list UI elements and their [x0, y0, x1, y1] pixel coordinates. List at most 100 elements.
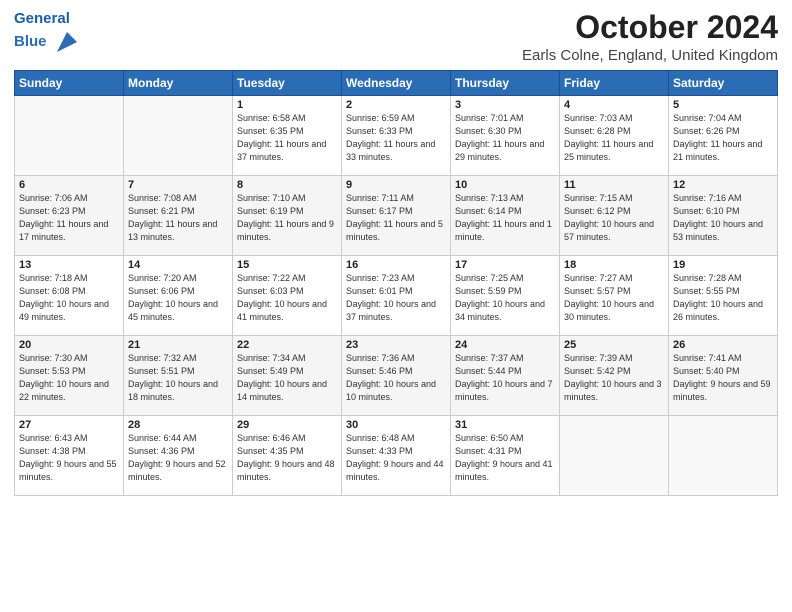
day-number: 16: [346, 259, 446, 271]
location: Earls Colne, England, United Kingdom: [522, 47, 778, 64]
day-info: Sunrise: 7:20 AM Sunset: 6:06 PM Dayligh…: [128, 272, 228, 324]
day-number: 7: [128, 179, 228, 191]
day-info: Sunrise: 7:04 AM Sunset: 6:26 PM Dayligh…: [673, 112, 773, 164]
day-number: 25: [564, 339, 664, 351]
day-number: 22: [237, 339, 337, 351]
day-info: Sunrise: 7:22 AM Sunset: 6:03 PM Dayligh…: [237, 272, 337, 324]
weekday-header-tuesday: Tuesday: [233, 71, 342, 96]
day-info: Sunrise: 7:25 AM Sunset: 5:59 PM Dayligh…: [455, 272, 555, 324]
weekday-header-wednesday: Wednesday: [342, 71, 451, 96]
calendar-cell: 22Sunrise: 7:34 AM Sunset: 5:49 PM Dayli…: [233, 336, 342, 416]
weekday-header-sunday: Sunday: [15, 71, 124, 96]
day-info: Sunrise: 6:44 AM Sunset: 4:36 PM Dayligh…: [128, 432, 228, 484]
day-info: Sunrise: 7:39 AM Sunset: 5:42 PM Dayligh…: [564, 352, 664, 404]
calendar-cell: 2Sunrise: 6:59 AM Sunset: 6:33 PM Daylig…: [342, 96, 451, 176]
logo: General Blue: [14, 10, 81, 56]
day-info: Sunrise: 6:59 AM Sunset: 6:33 PM Dayligh…: [346, 112, 446, 164]
day-info: Sunrise: 6:43 AM Sunset: 4:38 PM Dayligh…: [19, 432, 119, 484]
day-number: 15: [237, 259, 337, 271]
day-number: 5: [673, 99, 773, 111]
calendar-cell: 20Sunrise: 7:30 AM Sunset: 5:53 PM Dayli…: [15, 336, 124, 416]
calendar-cell: 31Sunrise: 6:50 AM Sunset: 4:31 PM Dayli…: [451, 416, 560, 496]
calendar-cell: [669, 416, 778, 496]
calendar-cell: 11Sunrise: 7:15 AM Sunset: 6:12 PM Dayli…: [560, 176, 669, 256]
page-header: General Blue October 2024 Earls Colne, E…: [14, 10, 778, 64]
week-row-0: 1Sunrise: 6:58 AM Sunset: 6:35 PM Daylig…: [15, 96, 778, 176]
day-number: 9: [346, 179, 446, 191]
day-info: Sunrise: 7:36 AM Sunset: 5:46 PM Dayligh…: [346, 352, 446, 404]
day-info: Sunrise: 6:50 AM Sunset: 4:31 PM Dayligh…: [455, 432, 555, 484]
day-number: 3: [455, 99, 555, 111]
day-number: 24: [455, 339, 555, 351]
calendar-cell: 18Sunrise: 7:27 AM Sunset: 5:57 PM Dayli…: [560, 256, 669, 336]
day-number: 29: [237, 419, 337, 431]
calendar-cell: 8Sunrise: 7:10 AM Sunset: 6:19 PM Daylig…: [233, 176, 342, 256]
day-info: Sunrise: 7:23 AM Sunset: 6:01 PM Dayligh…: [346, 272, 446, 324]
week-row-1: 6Sunrise: 7:06 AM Sunset: 6:23 PM Daylig…: [15, 176, 778, 256]
day-info: Sunrise: 6:46 AM Sunset: 4:35 PM Dayligh…: [237, 432, 337, 484]
calendar-cell: 7Sunrise: 7:08 AM Sunset: 6:21 PM Daylig…: [124, 176, 233, 256]
day-number: 6: [19, 179, 119, 191]
calendar-body: 1Sunrise: 6:58 AM Sunset: 6:35 PM Daylig…: [15, 96, 778, 496]
day-info: Sunrise: 6:48 AM Sunset: 4:33 PM Dayligh…: [346, 432, 446, 484]
calendar-cell: 23Sunrise: 7:36 AM Sunset: 5:46 PM Dayli…: [342, 336, 451, 416]
day-info: Sunrise: 7:13 AM Sunset: 6:14 PM Dayligh…: [455, 192, 555, 244]
day-number: 28: [128, 419, 228, 431]
logo-icon: [53, 28, 81, 56]
logo-text: General: [14, 10, 81, 28]
calendar-cell: 10Sunrise: 7:13 AM Sunset: 6:14 PM Dayli…: [451, 176, 560, 256]
day-info: Sunrise: 7:06 AM Sunset: 6:23 PM Dayligh…: [19, 192, 119, 244]
logo-blue-text: Blue: [14, 28, 81, 56]
week-row-4: 27Sunrise: 6:43 AM Sunset: 4:38 PM Dayli…: [15, 416, 778, 496]
day-number: 17: [455, 259, 555, 271]
day-number: 23: [346, 339, 446, 351]
calendar-cell: 25Sunrise: 7:39 AM Sunset: 5:42 PM Dayli…: [560, 336, 669, 416]
day-number: 11: [564, 179, 664, 191]
day-info: Sunrise: 7:41 AM Sunset: 5:40 PM Dayligh…: [673, 352, 773, 404]
calendar-cell: 19Sunrise: 7:28 AM Sunset: 5:55 PM Dayli…: [669, 256, 778, 336]
calendar-cell: [124, 96, 233, 176]
weekday-header-row: SundayMondayTuesdayWednesdayThursdayFrid…: [15, 71, 778, 96]
weekday-header-thursday: Thursday: [451, 71, 560, 96]
month-title: October 2024: [522, 10, 778, 45]
day-info: Sunrise: 7:03 AM Sunset: 6:28 PM Dayligh…: [564, 112, 664, 164]
calendar-cell: 12Sunrise: 7:16 AM Sunset: 6:10 PM Dayli…: [669, 176, 778, 256]
day-number: 20: [19, 339, 119, 351]
day-info: Sunrise: 6:58 AM Sunset: 6:35 PM Dayligh…: [237, 112, 337, 164]
calendar-cell: 26Sunrise: 7:41 AM Sunset: 5:40 PM Dayli…: [669, 336, 778, 416]
day-number: 1: [237, 99, 337, 111]
day-number: 2: [346, 99, 446, 111]
day-number: 18: [564, 259, 664, 271]
day-info: Sunrise: 7:16 AM Sunset: 6:10 PM Dayligh…: [673, 192, 773, 244]
calendar-table: SundayMondayTuesdayWednesdayThursdayFrid…: [14, 70, 778, 496]
calendar-cell: 14Sunrise: 7:20 AM Sunset: 6:06 PM Dayli…: [124, 256, 233, 336]
day-number: 14: [128, 259, 228, 271]
day-info: Sunrise: 7:37 AM Sunset: 5:44 PM Dayligh…: [455, 352, 555, 404]
day-info: Sunrise: 7:28 AM Sunset: 5:55 PM Dayligh…: [673, 272, 773, 324]
day-info: Sunrise: 7:15 AM Sunset: 6:12 PM Dayligh…: [564, 192, 664, 244]
weekday-header-friday: Friday: [560, 71, 669, 96]
day-info: Sunrise: 7:10 AM Sunset: 6:19 PM Dayligh…: [237, 192, 337, 244]
day-info: Sunrise: 7:27 AM Sunset: 5:57 PM Dayligh…: [564, 272, 664, 324]
day-number: 4: [564, 99, 664, 111]
weekday-header-monday: Monday: [124, 71, 233, 96]
day-info: Sunrise: 7:34 AM Sunset: 5:49 PM Dayligh…: [237, 352, 337, 404]
day-number: 27: [19, 419, 119, 431]
day-number: 12: [673, 179, 773, 191]
calendar-cell: 29Sunrise: 6:46 AM Sunset: 4:35 PM Dayli…: [233, 416, 342, 496]
day-number: 31: [455, 419, 555, 431]
calendar-cell: 21Sunrise: 7:32 AM Sunset: 5:51 PM Dayli…: [124, 336, 233, 416]
week-row-3: 20Sunrise: 7:30 AM Sunset: 5:53 PM Dayli…: [15, 336, 778, 416]
calendar-cell: 9Sunrise: 7:11 AM Sunset: 6:17 PM Daylig…: [342, 176, 451, 256]
day-info: Sunrise: 7:08 AM Sunset: 6:21 PM Dayligh…: [128, 192, 228, 244]
calendar-cell: [15, 96, 124, 176]
calendar-cell: 1Sunrise: 6:58 AM Sunset: 6:35 PM Daylig…: [233, 96, 342, 176]
day-number: 26: [673, 339, 773, 351]
calendar-cell: 4Sunrise: 7:03 AM Sunset: 6:28 PM Daylig…: [560, 96, 669, 176]
calendar-header: SundayMondayTuesdayWednesdayThursdayFrid…: [15, 71, 778, 96]
calendar-cell: 3Sunrise: 7:01 AM Sunset: 6:30 PM Daylig…: [451, 96, 560, 176]
day-info: Sunrise: 7:01 AM Sunset: 6:30 PM Dayligh…: [455, 112, 555, 164]
week-row-2: 13Sunrise: 7:18 AM Sunset: 6:08 PM Dayli…: [15, 256, 778, 336]
day-number: 21: [128, 339, 228, 351]
calendar-cell: 27Sunrise: 6:43 AM Sunset: 4:38 PM Dayli…: [15, 416, 124, 496]
